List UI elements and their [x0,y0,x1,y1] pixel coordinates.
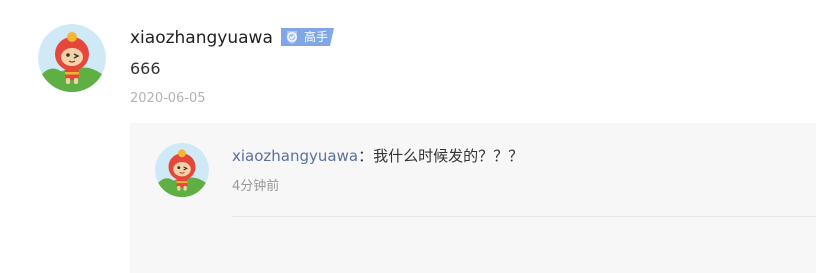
level-badge[interactable]: 高手 [281,28,334,46]
user-avatar[interactable] [38,24,106,92]
comment-username[interactable]: xiaozhangyuawa [130,27,273,49]
reply-colon: ： [358,147,374,165]
reply-content: xiaozhangyuawa：我什么时候发的？？？ [232,145,523,167]
cartoon-lion-avatar-icon [155,143,209,197]
reply-divider [232,216,816,217]
reply-user-avatar[interactable] [155,143,209,197]
comment-item: xiaozhangyuawa 高手 666 2020-06-05 xiaozha… [0,0,816,273]
reply-text: 我什么时候发的？？？ [373,147,524,165]
reply-username[interactable]: xiaozhangyuawa [232,147,358,165]
comment-date: 2020-06-05 [130,91,206,106]
reply-time: 4分钟前 [232,179,280,194]
comment-text: 666 [130,59,161,78]
cartoon-lion-avatar-icon [38,24,106,92]
badge-label: 高手 [304,30,329,44]
